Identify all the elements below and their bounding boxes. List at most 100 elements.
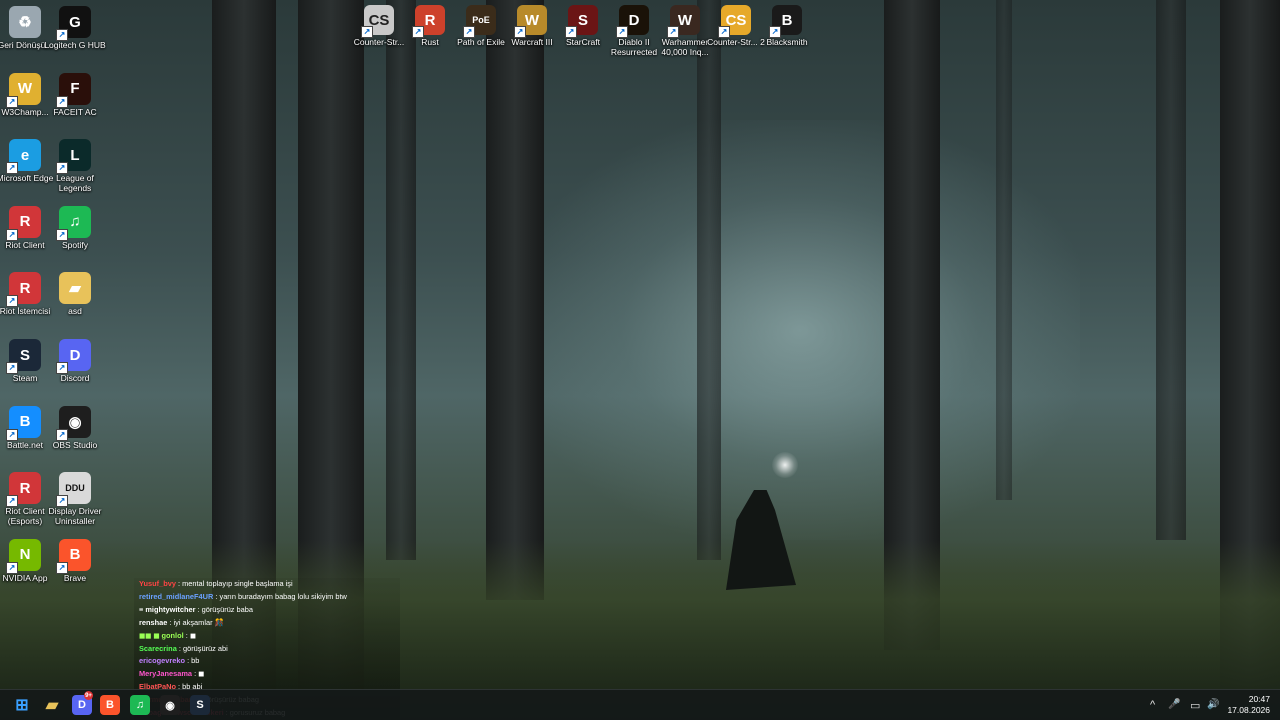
spotify-icon: ♫ ↗ <box>56 205 91 241</box>
network-icon[interactable]: ▭ <box>1190 699 1200 712</box>
shortcut-label: Brave <box>63 572 87 583</box>
display-driver-uninstaller-shortcut[interactable]: DDU ↗ Display Driver Uninstaller <box>42 472 108 526</box>
chat-text: : görüşürüz abi <box>176 643 228 653</box>
chat-username: MeryJanesama <box>139 669 193 679</box>
shortcut-arrow-icon: ↗ <box>6 428 18 441</box>
spotify-taskbar-icon[interactable]: ♫ <box>130 695 150 715</box>
start-icon[interactable]: ⊞ <box>12 695 32 715</box>
chat-message: ◼◼ ◼ gonlol : ◼ <box>134 630 400 643</box>
counter-strike-icon: CS ↗ <box>361 5 394 38</box>
chat-message: retired_midlaneF4UR : yarın buradayım ba… <box>134 591 400 604</box>
chat-text: : ◼ <box>192 669 205 679</box>
shortcut-arrow-icon: ↗ <box>412 26 424 38</box>
chat-message: MeryJanesama : ◼ <box>134 668 400 681</box>
shortcut-arrow-icon: ↗ <box>56 95 68 108</box>
obs-studio-icon: ◉ ↗ <box>56 405 91 441</box>
taskbar: ⊞ ▰ D B ♫ ◉ S 9+ ^ 🎤 ▭ 🔊 20:47 17.08.2026 <box>0 689 1280 720</box>
asd-folder-shortcut[interactable]: ▰ asd <box>42 272 108 316</box>
faceit-ac-shortcut[interactable]: F ↗ FACEIT AC <box>42 72 108 117</box>
chat-text: : görüşürüz baba <box>195 604 253 614</box>
blacksmith-icon: B ↗ <box>769 5 802 38</box>
discord-shortcut[interactable]: D ↗ Discord <box>42 339 108 383</box>
shortcut-arrow-icon: ↗ <box>56 362 68 374</box>
shortcut-arrow-icon: ↗ <box>463 26 475 38</box>
tray-chevron-icon[interactable]: ^ <box>1150 699 1155 711</box>
chat-message: Yusuf_bvy : mental toplayıp single başla… <box>134 578 400 591</box>
shortcut-arrow-icon: ↗ <box>6 561 18 574</box>
riot-istemcisi-icon: R ↗ <box>6 272 41 308</box>
shortcut-arrow-icon: ↗ <box>667 26 679 38</box>
shortcut-arrow-icon: ↗ <box>56 561 68 574</box>
league-of-legends-shortcut[interactable]: L ↗ League of Legends <box>42 139 108 193</box>
shortcut-arrow-icon: ↗ <box>565 26 577 38</box>
shortcut-label: asd <box>68 306 82 317</box>
shortcut-arrow-icon: ↗ <box>6 495 18 508</box>
shortcut-label: OBS Studio <box>52 439 98 450</box>
shortcut-arrow-icon: ↗ <box>6 362 18 374</box>
obs-studio-shortcut[interactable]: ◉ ↗ OBS Studio <box>42 405 108 450</box>
system-clock[interactable]: 20:47 17.08.2026 <box>1227 694 1270 716</box>
asd-folder-icon: ▰ <box>59 272 91 305</box>
shortcut-label: Logitech G HUB <box>44 40 106 50</box>
tree-trunk <box>1156 0 1186 540</box>
shortcut-arrow-icon: ↗ <box>769 26 781 38</box>
chat-message: Scarecrina : görüşürüz abi <box>134 643 400 656</box>
shortcut-label: Spotify <box>62 239 88 250</box>
shortcut-arrow-icon: ↗ <box>6 228 18 241</box>
faceit-ac-icon: F ↗ <box>56 72 91 108</box>
brave-taskbar-icon[interactable]: B <box>100 695 120 715</box>
shortcut-arrow-icon: ↗ <box>56 162 68 175</box>
brave-shortcut[interactable]: B ↗ Brave <box>42 538 108 583</box>
discord-badge: 9+ <box>84 691 93 700</box>
obs-taskbar-icon[interactable]: ◉ <box>160 695 180 715</box>
w3champions-icon: W ↗ <box>6 72 41 108</box>
starcraft-icon: S ↗ <box>565 5 598 38</box>
warhammer-icon: W ↗ <box>667 5 700 38</box>
logitech-g-hub-icon: G ↗ <box>56 6 91 41</box>
shortcut-arrow-icon: ↗ <box>56 228 68 241</box>
shortcut-label: League of Legends <box>56 173 94 194</box>
logitech-g-hub-shortcut[interactable]: G ↗ Logitech G HUB <box>42 6 108 50</box>
tree-trunk <box>386 0 416 560</box>
chat-username: ◼◼ ◼ gonlol <box>139 630 184 640</box>
clock-time: 20:47 <box>1248 694 1270 704</box>
chat-text: : iyi akşamlar 🎊 <box>167 617 224 627</box>
shortcut-arrow-icon: ↗ <box>616 26 628 38</box>
tree-trunk <box>996 0 1012 500</box>
diablo-2-icon: D ↗ <box>616 5 649 38</box>
shortcut-arrow-icon: ↗ <box>718 26 730 38</box>
recycle-bin-icon: ♻ <box>9 6 41 38</box>
display-driver-uninstaller-icon: DDU ↗ <box>56 472 91 508</box>
chat-text: : ◼ <box>183 630 196 640</box>
shortcut-arrow-icon: ↗ <box>6 295 18 308</box>
microsoft-edge-icon: e ↗ <box>6 139 41 175</box>
counter-strike-2-icon: CS ↗ <box>718 5 751 38</box>
chat-message: ≡ mightywitcher : görüşürüz baba <box>134 604 400 617</box>
shortcut-arrow-icon: ↗ <box>56 495 68 508</box>
microphone-icon[interactable]: 🎤 <box>1168 699 1180 710</box>
chat-username: retired_midlaneF4UR <box>139 591 214 601</box>
battle-net-icon: B ↗ <box>6 405 41 441</box>
file-explorer-icon[interactable]: ▰ <box>42 695 62 715</box>
shortcut-arrow-icon: ↗ <box>361 26 373 38</box>
spotify-shortcut[interactable]: ♫ ↗ Spotify <box>42 205 108 250</box>
tree-trunk <box>486 0 544 600</box>
riot-client-esports-icon: R ↗ <box>6 472 41 508</box>
tree-trunk <box>697 0 721 560</box>
chat-text: : yarın buradayım babag lolu sikiyim btw <box>213 591 347 601</box>
steam-taskbar-icon[interactable]: S <box>190 695 210 715</box>
nvidia-app-icon: N ↗ <box>6 538 41 574</box>
brave-icon: B ↗ <box>56 538 91 574</box>
volume-icon[interactable]: 🔊 <box>1207 699 1219 710</box>
chat-username: ericogevreko <box>139 656 186 666</box>
shortcut-arrow-icon: ↗ <box>56 428 68 441</box>
chat-username: Scarecrina <box>139 643 177 653</box>
shortcut-arrow-icon: ↗ <box>56 29 68 41</box>
lantern-light <box>772 452 798 478</box>
riot-client-icon: R ↗ <box>6 205 41 241</box>
chat-message: renshae : iyi akşamlar 🎊 <box>134 617 400 630</box>
chat-username: Yusuf_bvy <box>139 579 176 588</box>
discord-icon: D ↗ <box>56 339 91 374</box>
chat-username: ≡ mightywitcher <box>139 604 196 614</box>
blacksmith-shortcut[interactable]: B ↗ Blacksmith <box>755 5 819 47</box>
